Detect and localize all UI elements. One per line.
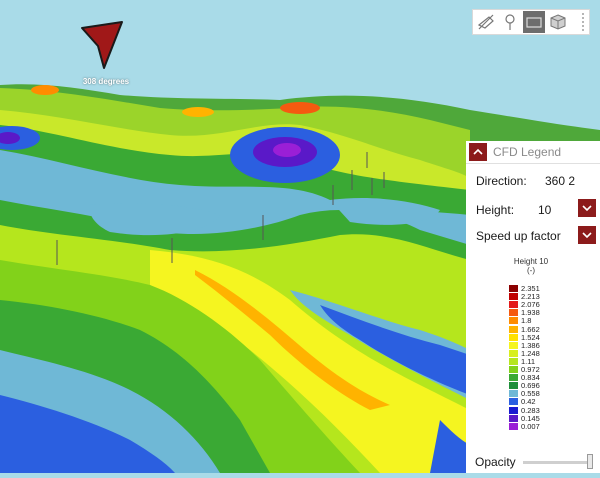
legend-entry: 1.248 bbox=[509, 350, 540, 357]
opacity-label: Opacity bbox=[475, 455, 516, 469]
color-scale-title-line2: (-) bbox=[527, 266, 535, 275]
legend-panel-header: CFD Legend bbox=[466, 141, 600, 164]
legend-swatch bbox=[509, 382, 518, 390]
legend-value: 2.076 bbox=[521, 300, 540, 310]
legend-value: 0.145 bbox=[521, 413, 540, 423]
legend-value: 1.11 bbox=[521, 356, 536, 366]
legend-entry: 2.076 bbox=[509, 301, 540, 308]
legend-swatch bbox=[509, 366, 518, 373]
legend-value: 2.213 bbox=[521, 292, 540, 302]
legend-swatch bbox=[509, 293, 518, 301]
chevron-down-icon bbox=[582, 232, 592, 239]
legend-swatch bbox=[509, 422, 518, 430]
legend-panel-title: CFD Legend bbox=[493, 145, 562, 159]
3d-view-button[interactable] bbox=[547, 11, 569, 33]
3d-box-icon bbox=[550, 14, 566, 30]
legend-entry: 1.524 bbox=[509, 332, 540, 342]
legend-entry: 0.007 bbox=[509, 421, 540, 431]
hide-layer-icon bbox=[477, 14, 494, 30]
height-label: Height: bbox=[476, 203, 515, 217]
legend-entry: 0.834 bbox=[509, 374, 540, 381]
hide-layer-button[interactable] bbox=[475, 11, 497, 33]
legend-value: 1.8 bbox=[521, 316, 532, 326]
legend-swatch bbox=[509, 390, 518, 398]
legend-value: 0.283 bbox=[521, 405, 540, 415]
legend-value: 0.696 bbox=[521, 381, 540, 391]
legend-entry: 0.972 bbox=[509, 366, 540, 373]
legend-value: 2.351 bbox=[521, 284, 540, 293]
legend-swatch bbox=[509, 317, 518, 325]
height-dropdown-button[interactable] bbox=[578, 199, 596, 217]
legend-swatch bbox=[509, 333, 518, 341]
legend-swatch bbox=[509, 374, 518, 382]
color-scale-title-line1: Height 10 bbox=[513, 257, 549, 266]
layer-dropdown-button[interactable] bbox=[578, 226, 596, 244]
legend-entry: 1.11 bbox=[509, 358, 535, 365]
legend-swatch bbox=[509, 309, 518, 317]
chevron-up-icon bbox=[473, 148, 483, 155]
legend-value: 1.938 bbox=[521, 308, 540, 318]
legend-entry: 0.283 bbox=[509, 405, 540, 415]
toolbar-drag-handle[interactable] bbox=[581, 12, 585, 32]
legend-entry: 1.8 bbox=[509, 316, 532, 326]
legend-entry: 1.938 bbox=[509, 308, 540, 318]
opacity-slider-track[interactable] bbox=[523, 461, 593, 464]
legend-value: 0.42 bbox=[521, 397, 536, 407]
legend-value: 1.524 bbox=[521, 332, 540, 342]
pin-button[interactable] bbox=[499, 11, 521, 33]
legend-value: 1.662 bbox=[521, 324, 540, 334]
legend-value: 0.007 bbox=[521, 421, 540, 431]
collapse-legend-button[interactable] bbox=[469, 143, 487, 161]
cfd-legend-panel: CFD Legend Direction: 360 2 Height: 10 S… bbox=[466, 141, 600, 473]
legend-value: 0.558 bbox=[521, 389, 540, 399]
direction-degrees-label: 308 degrees bbox=[82, 77, 130, 86]
color-scale-title: Height 10 (-) bbox=[496, 257, 566, 275]
legend-swatch bbox=[509, 349, 518, 357]
layer-label: Speed up factor bbox=[476, 229, 561, 243]
legend-entry: 0.145 bbox=[509, 413, 540, 423]
legend-value: 0.834 bbox=[521, 373, 540, 383]
legend-value: 0.972 bbox=[521, 365, 540, 374]
legend-entry: 2.351 bbox=[509, 285, 540, 292]
flat-map-icon bbox=[526, 17, 542, 28]
legend-swatch bbox=[509, 325, 518, 333]
height-value: 10 bbox=[538, 203, 552, 217]
legend-swatch bbox=[509, 406, 518, 414]
legend-swatch bbox=[509, 301, 518, 309]
legend-entry: 1.386 bbox=[509, 340, 540, 350]
legend-swatch bbox=[509, 341, 518, 349]
flat-map-button[interactable] bbox=[523, 11, 545, 33]
legend-value: 1.248 bbox=[521, 348, 540, 358]
legend-entry: 0.696 bbox=[509, 382, 540, 389]
legend-entry: 1.662 bbox=[509, 324, 540, 334]
legend-value: 1.386 bbox=[521, 340, 540, 350]
direction-value: 360 2 bbox=[545, 174, 576, 188]
legend-swatch bbox=[509, 414, 518, 422]
opacity-slider-thumb[interactable] bbox=[586, 454, 593, 469]
chevron-down-icon bbox=[582, 205, 592, 212]
legend-swatch bbox=[509, 357, 518, 365]
terrain-3d-viewport[interactable]: 308 degrees CFD Legend Direction: 360 2 … bbox=[0, 0, 600, 474]
legend-swatch bbox=[509, 285, 518, 292]
legend-entry: 2.213 bbox=[509, 293, 540, 300]
legend-entry: 0.42 bbox=[509, 397, 536, 407]
legend-entry: 0.558 bbox=[509, 389, 540, 399]
legend-swatch bbox=[509, 398, 518, 406]
map-pin-icon bbox=[505, 14, 515, 30]
view-toolbar bbox=[472, 9, 590, 35]
direction-label: Direction: bbox=[476, 174, 527, 188]
